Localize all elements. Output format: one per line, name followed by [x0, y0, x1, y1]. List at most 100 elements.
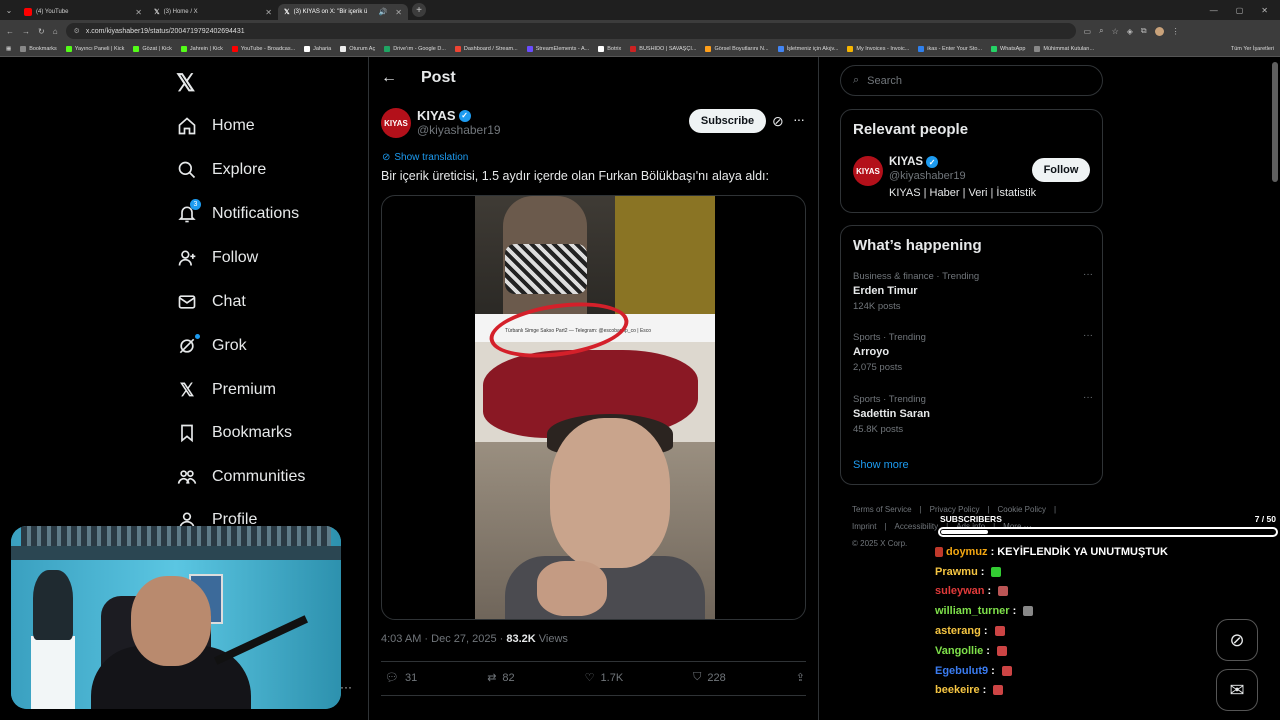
bookmark-item[interactable]: Gözat | Kick [133, 46, 172, 52]
bookmarks-bar: ▦ Bookmarks Yayıncı Paneli | Kick Gözat | … [0, 42, 1280, 57]
reply-count: 31 [404, 671, 418, 684]
nav-label: Explore [212, 161, 267, 178]
bookmark-item[interactable]: Dashboard / Stream... [454, 46, 518, 52]
bookmark-item[interactable]: BUSHIDO | SAVAŞÇI... [630, 46, 696, 52]
home-icon[interactable]: ⌂ [53, 27, 58, 36]
more-icon[interactable]: ··· [340, 680, 352, 694]
bookmark-item[interactable]: Botrix [598, 46, 621, 52]
apps-grid-icon[interactable]: ▦ [6, 46, 11, 52]
messages-fab-button[interactable]: ✉ [1216, 669, 1258, 711]
person-name[interactable]: KIYAS [889, 156, 923, 168]
url-input[interactable]: ⚙ x.com/kiyashaber19/status/2004719792402… [65, 23, 1076, 39]
bookmark-item[interactable]: Yayıncı Paneli | Kick [65, 46, 124, 52]
bookmark-item[interactable]: YouTube - Broadcas... [231, 46, 295, 52]
show-translation-link[interactable]: ⊘ Show translation [382, 152, 468, 163]
x-logo-icon[interactable]: 𝕏 [176, 69, 206, 99]
show-more-link[interactable]: Show more [853, 459, 909, 471]
bookmark-item[interactable]: Bookmarks [20, 46, 57, 52]
post-video[interactable]: Türbanlı Simge Sakso Part2 — Telegram: @… [381, 195, 806, 620]
footer-link[interactable]: Terms of Service [852, 505, 912, 514]
cast-icon[interactable]: ▭ [1084, 27, 1092, 36]
nav-communities[interactable]: Communities [176, 464, 305, 490]
webcam-overlay [11, 526, 341, 709]
nav-follow[interactable]: Follow [176, 245, 258, 271]
footer-link[interactable]: Imprint [852, 522, 876, 531]
follow-button[interactable]: Follow [1032, 158, 1090, 182]
profile-avatar-icon[interactable] [1154, 26, 1164, 36]
reply-button[interactable]: 💬︎ 31 [385, 671, 418, 685]
close-tab-icon[interactable]: ✕ [395, 8, 402, 17]
tab-search-icon[interactable]: ⌄ [0, 6, 18, 15]
like-button[interactable]: ♡ 1.7K [585, 671, 624, 685]
avatar[interactable]: KIYAS [381, 108, 411, 138]
post-author[interactable]: KIYAS KIYAS ✓ @kiyashaber19 [381, 108, 501, 138]
nav-premium[interactable]: 𝕏 Premium [176, 377, 276, 403]
speaker-icon[interactable]: 🔊 [379, 8, 388, 16]
bookmark-item[interactable]: Jahrein | Kick [180, 46, 223, 52]
nav-home[interactable]: Home [176, 113, 255, 139]
tab-home-x[interactable]: 𝕏 (3) Home / X ✕ [148, 4, 278, 20]
more-options-icon[interactable]: ··· [1083, 269, 1093, 280]
author-handle[interactable]: @kiyashaber19 [417, 123, 501, 137]
new-tab-button[interactable]: + [412, 3, 426, 17]
search-input[interactable]: ⌕ Search [840, 65, 1103, 96]
bookmark-icon: ⛉ [693, 671, 702, 683]
bookmark-button[interactable]: ⛉ 228 [693, 671, 726, 684]
nav-grok[interactable]: Grok [176, 333, 247, 359]
all-bookmarks-link[interactable]: Tüm Yer İşaretleri [1231, 46, 1274, 52]
tab-kiyas-post[interactable]: 𝕏 (3) KIYAS on X: "Bir içerik ü 🔊 ✕ [278, 4, 408, 20]
reload-icon[interactable]: ↻ [38, 27, 45, 36]
bookmark-item[interactable]: Oturum Aç [340, 46, 375, 52]
more-options-icon[interactable]: ··· [1083, 330, 1093, 341]
bookmark-item[interactable]: WhatsApp [991, 46, 1025, 52]
emote-icon [994, 626, 1005, 637]
bookmark-favicon-icon [598, 46, 605, 52]
trend-item[interactable]: Business & finance · Trending Erden Timu… [853, 269, 1093, 312]
menu-dots-icon[interactable]: ⋮ [1172, 27, 1180, 36]
tab-youtube[interactable]: (4) YouTube ✕ [18, 4, 148, 20]
nav-notifications[interactable]: 3 Notifications [176, 199, 299, 227]
more-options-icon[interactable]: ··· [1083, 392, 1093, 403]
back-arrow-icon[interactable]: ← [381, 69, 397, 87]
post-time[interactable]: 4:03 AM · Dec 27, 2025 · [381, 633, 506, 645]
trend-item[interactable]: Sports · Trending Arroyo 2,075 posts ··· [853, 330, 1093, 373]
bookmark-item[interactable]: My Invoices - Invoic... [847, 46, 909, 52]
grok-icon[interactable]: ⊘ [772, 113, 784, 130]
nav-explore[interactable]: Explore [176, 157, 266, 183]
extension-icon[interactable]: ◈ [1127, 27, 1133, 36]
close-tab-icon[interactable]: ✕ [135, 8, 142, 17]
forward-icon[interactable]: → [22, 27, 30, 36]
video-frame[interactable]: Türbanlı Simge Sakso Part2 — Telegram: @… [475, 196, 715, 619]
person-handle[interactable]: @kiyashaber19 [889, 170, 1036, 182]
bookmark-favicon-icon [133, 46, 140, 52]
star-icon[interactable]: ☆ [1112, 27, 1119, 36]
back-icon[interactable]: ← [6, 27, 14, 36]
bookmark-label: Jahrein | Kick [189, 46, 223, 52]
nav-bookmarks[interactable]: Bookmarks [176, 420, 292, 446]
bookmark-item[interactable]: ikas - Enter Your Sto... [918, 46, 982, 52]
site-info-icon[interactable]: ⚙ [74, 27, 80, 35]
bookmark-item[interactable]: İşletmeniz için Akıjv... [777, 46, 838, 52]
maximize-icon[interactable]: ▢ [1236, 6, 1244, 15]
repost-button[interactable]: ⇄ 82 [487, 671, 514, 685]
more-options-icon[interactable]: ··· [793, 111, 805, 127]
nav-chat[interactable]: Chat [176, 289, 246, 315]
bookmark-item[interactable]: StreamElements - A... [526, 46, 589, 52]
footer-link[interactable]: Accessibility [895, 522, 939, 531]
subscribe-button[interactable]: Subscribe [689, 109, 766, 133]
trend-item[interactable]: Sports · Trending Sadettin Saran 45.8K p… [853, 392, 1093, 435]
close-window-icon[interactable]: ✕ [1261, 6, 1268, 15]
minimize-icon[interactable]: — [1210, 6, 1218, 15]
bookmark-item[interactable]: Mühimmat Kutuları... [1034, 46, 1094, 52]
avatar[interactable]: KIYAS [853, 156, 883, 186]
share-button[interactable]: ⇪ [796, 671, 805, 684]
scrollbar[interactable] [1272, 62, 1278, 182]
bookmark-item[interactable]: Drive'ım - Google D... [384, 46, 446, 52]
extensions-puzzle-icon[interactable]: ⧉ [1141, 26, 1147, 36]
zoom-icon[interactable]: ⌕ [1099, 26, 1103, 36]
grok-fab-button[interactable]: ⊘ [1216, 619, 1258, 661]
bookmark-item[interactable]: Jaharia [304, 46, 331, 52]
author-name[interactable]: KIYAS [417, 108, 456, 123]
bookmark-item[interactable]: Görsel Boyutlarını N... [705, 46, 769, 52]
close-tab-icon[interactable]: ✕ [265, 8, 272, 17]
